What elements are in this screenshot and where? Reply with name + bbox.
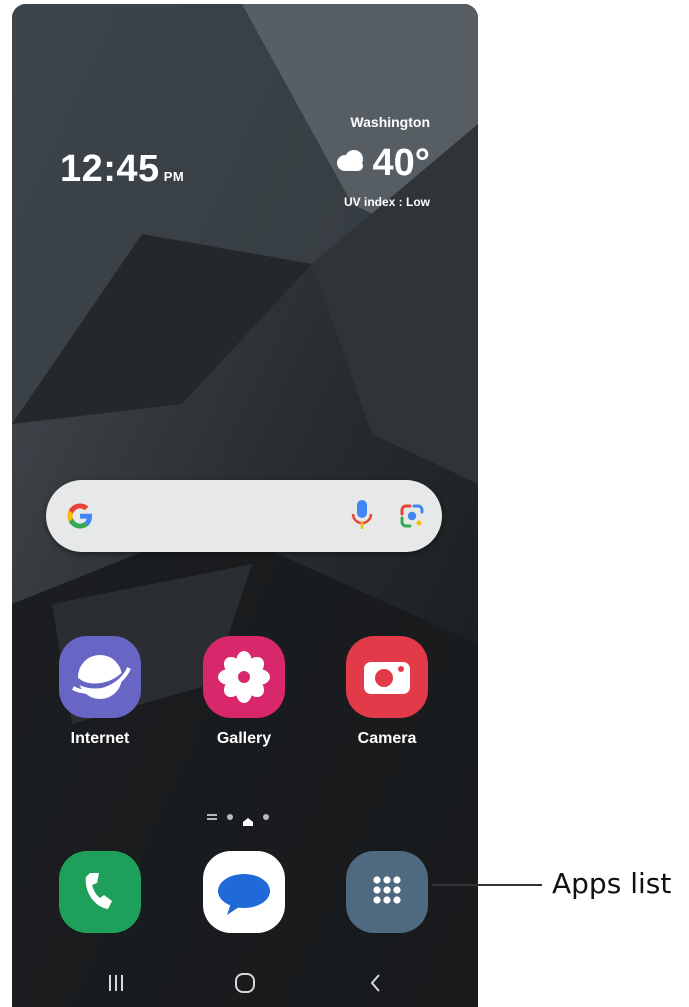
app-internet[interactable]: Internet [45, 636, 155, 748]
weather-temperature: 40° [372, 142, 430, 184]
back-icon[interactable] [356, 968, 396, 998]
cloud-icon [333, 150, 369, 177]
callout-label: Apps list [552, 867, 672, 900]
app-gallery[interactable]: Gallery [189, 636, 299, 748]
dock-messages[interactable] [189, 851, 299, 933]
internet-icon [59, 636, 141, 718]
weather-widget[interactable]: Washington 40° UV index : Low [333, 114, 430, 209]
google-g-icon [64, 500, 96, 537]
google-search-bar[interactable] [46, 480, 442, 552]
clock-ampm: PM [163, 169, 185, 184]
dock-apps-list[interactable] [332, 851, 442, 933]
page-indicator [207, 813, 269, 826]
phone-icon [59, 851, 141, 933]
clock-widget[interactable]: 12:45 PM [60, 148, 184, 191]
weather-uv-index: UV index : Low [343, 195, 430, 209]
weather-city: Washington [350, 114, 430, 130]
microphone-icon[interactable] [350, 498, 374, 539]
internet-label: Internet [70, 730, 130, 747]
clock-time: 12:45 [60, 148, 160, 190]
page-dot [227, 814, 233, 820]
app-camera[interactable]: Camera [332, 636, 442, 748]
navigation-bar [12, 962, 478, 1002]
home-icon[interactable] [225, 968, 265, 998]
gallery-label: Gallery [216, 730, 272, 747]
gallery-flower-icon [203, 636, 285, 718]
page-indicator-menu [207, 814, 217, 820]
page-dot [263, 814, 269, 820]
page-dot-home [243, 813, 253, 826]
phone-screen: 12:45 PM Washington 40° UV index : Low I… [12, 4, 478, 1007]
recents-icon[interactable] [96, 968, 136, 998]
camera-icon [346, 636, 428, 718]
apps-grid-icon [346, 851, 428, 933]
dock-phone[interactable] [45, 851, 155, 933]
messages-icon [203, 851, 285, 933]
callout-line [432, 884, 542, 886]
camera-label: Camera [357, 730, 417, 747]
google-lens-icon[interactable] [396, 500, 428, 537]
